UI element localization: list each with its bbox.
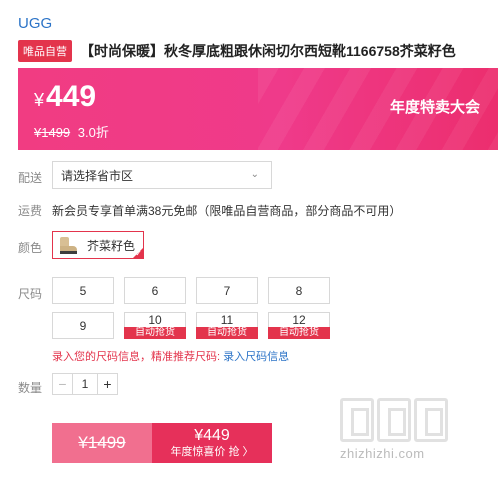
quantity-stepper: − 1 + (52, 373, 118, 395)
price-banner: ¥ 449 ¥1499 3.0折 年度特卖大会 (18, 68, 498, 150)
original-price: ¥1499 (34, 125, 71, 140)
check-icon: ✓ (135, 249, 142, 258)
promo-label: 年度特卖大会 (389, 99, 480, 116)
delivery-region-placeholder: 请选择省市区 (61, 168, 134, 183)
watermark-logo-icon (340, 398, 500, 442)
shipping-info: 新会员专享首单满38元免邮（限唯品自营商品，部分商品不可用） (52, 204, 402, 218)
watermark-text: zhizhizhi.com (340, 446, 425, 461)
buy-now-button[interactable]: ¥449 年度惊喜价 抢 〉 (152, 423, 272, 463)
shipping-label: 运费 (18, 204, 43, 218)
current-price: ¥ 449 (34, 80, 96, 114)
size-value: 7 (223, 283, 231, 298)
product-title-row: 唯品自营 【时尚保暖】秋冬厚底粗跟休闲切尔西短靴1166758芥菜籽色 (18, 40, 456, 62)
quantity-label: 数量 (18, 381, 43, 395)
size-value: 9 (79, 318, 87, 333)
watermark: zhizhizhi.com (340, 398, 500, 478)
size-option-6[interactable]: 6 (124, 277, 186, 304)
size-value: 11 (220, 313, 234, 327)
brand-name[interactable]: UGG (18, 15, 52, 32)
size-option-5[interactable]: 5 (52, 277, 114, 304)
plus-button[interactable]: + (97, 374, 117, 394)
size-value: 12 (292, 313, 306, 327)
size-option-7[interactable]: 7 (196, 277, 258, 304)
current-price-value: 449 (46, 80, 97, 113)
size-recommendation-hint: 录入您的尺码信息，精准推荐尺码: 录入尺码信息 (52, 348, 289, 364)
size-option-8[interactable]: 8 (268, 277, 330, 304)
size-value: 10 (148, 313, 162, 327)
size-label: 尺码 (18, 287, 43, 301)
size-value: 8 (295, 283, 303, 298)
size-option-12[interactable]: 12 自动抢货 (268, 312, 330, 339)
quantity-value[interactable]: 1 (73, 374, 97, 394)
delivery-label: 配送 (18, 171, 43, 185)
size-value: 5 (79, 283, 87, 298)
minus-button[interactable]: − (53, 374, 73, 394)
self-operated-badge: 唯品自营 (18, 40, 72, 62)
size-option-11[interactable]: 11 自动抢货 (196, 312, 258, 339)
chevron-down-icon: ⌄ (250, 169, 259, 180)
auto-grab-tag: 自动抢货 (268, 327, 330, 339)
auto-grab-tag: 自动抢货 (196, 327, 258, 339)
color-label: 颜色 (18, 241, 43, 255)
color-option-selected[interactable]: 芥菜籽色 ✓ (52, 231, 144, 259)
boot-thumbnail-icon (57, 236, 79, 254)
price-details: ¥1499 3.0折 (34, 122, 109, 141)
currency-symbol: ¥ (34, 90, 45, 110)
size-hint-text: 录入您的尺码信息，精准推荐尺码: (52, 351, 221, 363)
buy-price: ¥449 (194, 427, 230, 444)
enter-size-info-link[interactable]: 录入尺码信息 (223, 351, 289, 363)
product-title: 【时尚保暖】秋冬厚底粗跟休闲切尔西短靴1166758芥菜籽色 (80, 43, 456, 59)
size-option-10[interactable]: 10 自动抢货 (124, 312, 186, 339)
size-value: 6 (151, 283, 159, 298)
buy-original-price: ¥1499 (52, 423, 152, 463)
discount-rate: 3.0折 (77, 125, 109, 140)
delivery-region-select[interactable]: 请选择省市区 ⌄ (52, 161, 272, 189)
buy-cta-label: 年度惊喜价 抢 〉 (170, 446, 254, 458)
buy-button[interactable]: ¥1499 ¥449 年度惊喜价 抢 〉 (52, 423, 272, 463)
color-option-label: 芥菜籽色 (87, 238, 136, 253)
auto-grab-tag: 自动抢货 (124, 327, 186, 339)
size-option-9[interactable]: 9 (52, 312, 114, 339)
